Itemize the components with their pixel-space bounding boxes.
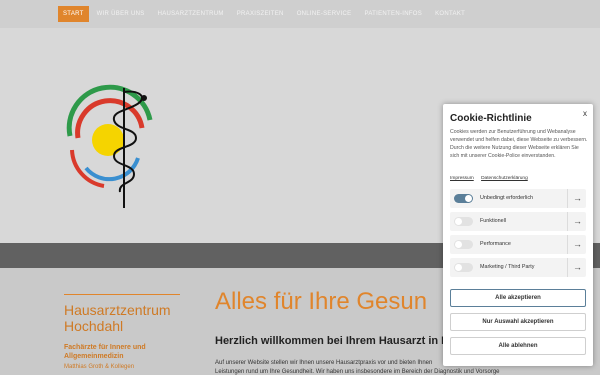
nav-item-kontakt[interactable]: Kontakt <box>430 8 470 22</box>
close-icon[interactable]: x <box>583 109 587 118</box>
option-label: Marketing / Third Party <box>480 264 535 270</box>
toggle-marketing[interactable] <box>454 263 473 272</box>
nav-menu: Start Wir über uns Hausarztzentrum Praxi… <box>58 6 473 22</box>
option-label: Performance <box>480 241 511 247</box>
cookie-option-functional[interactable]: Funktionell → <box>450 212 586 231</box>
intro-paragraph-line-2: Leistungen rund um Ihre Gesundheit. Wir … <box>215 369 500 375</box>
cookie-dialog-text: Cookies werden zur Benutzerführung und W… <box>450 129 588 159</box>
cookie-dialog: x Cookie-Richtlinie Cookies werden zur B… <box>443 104 593 366</box>
option-label: Unbedingt erforderlich <box>480 195 534 201</box>
impressum-link[interactable]: Impressum <box>450 176 474 181</box>
nav-item-praxiszeiten[interactable]: Praxiszeiten <box>232 8 289 22</box>
logo-snake-head <box>141 95 147 101</box>
sidebar-names: Matthias Groth & Kollegen <box>64 364 135 370</box>
logo-sun-shape <box>92 124 124 156</box>
cookie-links: Impressum Datenschutzerklärung <box>450 176 534 181</box>
accept-all-button[interactable]: Alle akzeptieren <box>450 289 586 307</box>
cookie-dialog-title: Cookie-Richtlinie <box>450 113 532 124</box>
toggle-functional[interactable] <box>454 217 473 226</box>
cookie-option-required[interactable]: Unbedingt erforderlich → <box>450 189 586 208</box>
nav-item-start[interactable]: Start <box>58 6 89 22</box>
page-subheading: Herzlich willkommen bei Ihrem Hausarzt i… <box>215 335 470 347</box>
reject-all-button[interactable]: Alle ablehnen <box>450 337 586 355</box>
arrow-right-icon[interactable]: → <box>573 193 582 203</box>
accept-selection-button[interactable]: Nur Auswahl akzeptieren <box>450 313 586 331</box>
cookie-option-marketing[interactable]: Marketing / Third Party → <box>450 258 586 277</box>
arrow-right-icon[interactable]: → <box>573 239 582 249</box>
top-navigation: Start Wir über uns Hausarztzentrum Praxi… <box>0 0 600 28</box>
cookie-option-performance[interactable]: Performance → <box>450 235 586 254</box>
sidebar-title: Hausarztzentrum Hochdahl <box>64 302 171 334</box>
page-heading: Alles für Ihre Gesun <box>215 288 428 315</box>
toggle-required[interactable] <box>454 194 473 203</box>
intro-paragraph-line-1: Auf unserer Website stellen wir Ihnen un… <box>215 360 433 366</box>
nav-item-online-service[interactable]: Online-Service <box>292 8 357 22</box>
datenschutz-link[interactable]: Datenschutzerklärung <box>481 176 528 181</box>
nav-item-patienten-infos[interactable]: Patienten-Infos <box>359 8 427 22</box>
nav-item-wir-ueber-uns[interactable]: Wir über uns <box>92 8 150 22</box>
caduceus-logo-icon <box>66 84 153 208</box>
arrow-right-icon[interactable]: → <box>573 262 582 272</box>
sidebar-subtitle: Fachärzte für Innere und Allgemeinmedizi… <box>64 344 146 360</box>
sidebar-rule <box>64 294 180 295</box>
toggle-performance[interactable] <box>454 240 473 249</box>
option-label: Funktionell <box>480 218 507 224</box>
nav-item-hausarztzentrum[interactable]: Hausarztzentrum <box>153 8 229 22</box>
arrow-right-icon[interactable]: → <box>573 216 582 226</box>
